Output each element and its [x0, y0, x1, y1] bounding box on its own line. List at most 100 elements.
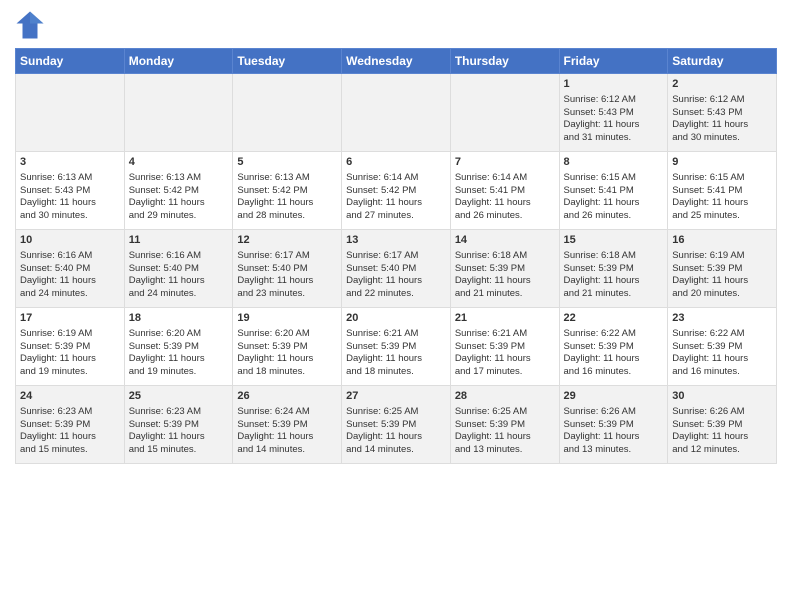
sun-info: Sunrise: 6:26 AM: [564, 406, 636, 417]
sun-info: Sunrise: 6:23 AM: [129, 406, 201, 417]
logo-icon: [15, 10, 45, 40]
daylight-minutes-label: and 16 minutes.: [672, 366, 740, 377]
daylight-minutes-label: and 12 minutes.: [672, 444, 740, 455]
sun-info: Sunrise: 6:21 AM: [346, 328, 418, 339]
day-number: 21: [455, 311, 555, 326]
daylight-minutes-label: and 25 minutes.: [672, 210, 740, 221]
calendar-cell: 18Sunrise: 6:20 AMSunset: 5:39 PMDayligh…: [124, 308, 233, 386]
calendar-cell: 15Sunrise: 6:18 AMSunset: 5:39 PMDayligh…: [559, 230, 668, 308]
sun-info: Sunrise: 6:15 AM: [564, 172, 636, 183]
week-row-3: 10Sunrise: 6:16 AMSunset: 5:40 PMDayligh…: [16, 230, 777, 308]
day-number: 2: [672, 77, 772, 92]
daylight-minutes-label: and 15 minutes.: [20, 444, 88, 455]
sun-info: Sunrise: 6:18 AM: [455, 250, 527, 261]
calendar-cell: 12Sunrise: 6:17 AMSunset: 5:40 PMDayligh…: [233, 230, 342, 308]
sun-info: Sunset: 5:42 PM: [346, 185, 416, 196]
day-number: 5: [237, 155, 337, 170]
sun-info: Sunrise: 6:14 AM: [346, 172, 418, 183]
daylight-minutes-label: and 19 minutes.: [20, 366, 88, 377]
sun-info: Sunset: 5:40 PM: [129, 263, 199, 274]
sun-info: Sunset: 5:43 PM: [20, 185, 90, 196]
day-number: 9: [672, 155, 772, 170]
daylight-hours-label: Daylight: 11 hours: [672, 275, 748, 286]
calendar-cell: 4Sunrise: 6:13 AMSunset: 5:42 PMDaylight…: [124, 152, 233, 230]
day-number: 12: [237, 233, 337, 248]
calendar-cell: [233, 74, 342, 152]
daylight-hours-label: Daylight: 11 hours: [455, 431, 531, 442]
daylight-hours-label: Daylight: 11 hours: [346, 353, 422, 364]
daylight-hours-label: Daylight: 11 hours: [346, 197, 422, 208]
sun-info: Sunset: 5:39 PM: [129, 341, 199, 352]
header-cell-saturday: Saturday: [668, 49, 777, 74]
sun-info: Sunrise: 6:12 AM: [672, 94, 744, 105]
daylight-minutes-label: and 23 minutes.: [237, 288, 305, 299]
sun-info: Sunrise: 6:23 AM: [20, 406, 92, 417]
daylight-minutes-label: and 18 minutes.: [346, 366, 414, 377]
daylight-hours-label: Daylight: 11 hours: [672, 197, 748, 208]
daylight-hours-label: Daylight: 11 hours: [20, 275, 96, 286]
daylight-hours-label: Daylight: 11 hours: [564, 275, 640, 286]
day-number: 1: [564, 77, 664, 92]
calendar-cell: 25Sunrise: 6:23 AMSunset: 5:39 PMDayligh…: [124, 386, 233, 464]
sun-info: Sunset: 5:39 PM: [346, 341, 416, 352]
daylight-minutes-label: and 13 minutes.: [564, 444, 632, 455]
sun-info: Sunset: 5:40 PM: [20, 263, 90, 274]
calendar-cell: 1Sunrise: 6:12 AMSunset: 5:43 PMDaylight…: [559, 74, 668, 152]
header-cell-monday: Monday: [124, 49, 233, 74]
sun-info: Sunrise: 6:25 AM: [346, 406, 418, 417]
sun-info: Sunset: 5:39 PM: [20, 419, 90, 430]
calendar-cell: 19Sunrise: 6:20 AMSunset: 5:39 PMDayligh…: [233, 308, 342, 386]
daylight-hours-label: Daylight: 11 hours: [564, 197, 640, 208]
daylight-minutes-label: and 16 minutes.: [564, 366, 632, 377]
sun-info: Sunset: 5:39 PM: [129, 419, 199, 430]
daylight-minutes-label: and 19 minutes.: [129, 366, 197, 377]
calendar-cell: 24Sunrise: 6:23 AMSunset: 5:39 PMDayligh…: [16, 386, 125, 464]
calendar-cell: [450, 74, 559, 152]
sun-info: Sunset: 5:39 PM: [564, 419, 634, 430]
sun-info: Sunrise: 6:13 AM: [129, 172, 201, 183]
day-number: 3: [20, 155, 120, 170]
sun-info: Sunset: 5:42 PM: [237, 185, 307, 196]
day-number: 17: [20, 311, 120, 326]
page-header: [15, 10, 777, 40]
sun-info: Sunrise: 6:18 AM: [564, 250, 636, 261]
sun-info: Sunset: 5:42 PM: [129, 185, 199, 196]
daylight-hours-label: Daylight: 11 hours: [129, 275, 205, 286]
day-number: 30: [672, 389, 772, 404]
header-cell-friday: Friday: [559, 49, 668, 74]
day-number: 27: [346, 389, 446, 404]
daylight-minutes-label: and 15 minutes.: [129, 444, 197, 455]
daylight-minutes-label: and 30 minutes.: [672, 132, 740, 143]
daylight-hours-label: Daylight: 11 hours: [672, 431, 748, 442]
daylight-hours-label: Daylight: 11 hours: [237, 275, 313, 286]
day-number: 19: [237, 311, 337, 326]
sun-info: Sunset: 5:39 PM: [455, 263, 525, 274]
calendar-cell: [16, 74, 125, 152]
daylight-hours-label: Daylight: 11 hours: [455, 275, 531, 286]
calendar-cell: 30Sunrise: 6:26 AMSunset: 5:39 PMDayligh…: [668, 386, 777, 464]
page-container: SundayMondayTuesdayWednesdayThursdayFrid…: [0, 0, 792, 474]
daylight-hours-label: Daylight: 11 hours: [20, 353, 96, 364]
day-number: 8: [564, 155, 664, 170]
daylight-hours-label: Daylight: 11 hours: [672, 119, 748, 130]
sun-info: Sunrise: 6:13 AM: [20, 172, 92, 183]
sun-info: Sunset: 5:39 PM: [455, 341, 525, 352]
sun-info: Sunset: 5:41 PM: [672, 185, 742, 196]
sun-info: Sunrise: 6:13 AM: [237, 172, 309, 183]
calendar-cell: 11Sunrise: 6:16 AMSunset: 5:40 PMDayligh…: [124, 230, 233, 308]
daylight-minutes-label: and 24 minutes.: [129, 288, 197, 299]
calendar-cell: 3Sunrise: 6:13 AMSunset: 5:43 PMDaylight…: [16, 152, 125, 230]
sun-info: Sunrise: 6:12 AM: [564, 94, 636, 105]
calendar-cell: 8Sunrise: 6:15 AMSunset: 5:41 PMDaylight…: [559, 152, 668, 230]
header-cell-sunday: Sunday: [16, 49, 125, 74]
sun-info: Sunrise: 6:20 AM: [129, 328, 201, 339]
day-number: 23: [672, 311, 772, 326]
calendar-table: SundayMondayTuesdayWednesdayThursdayFrid…: [15, 48, 777, 464]
calendar-cell: 13Sunrise: 6:17 AMSunset: 5:40 PMDayligh…: [342, 230, 451, 308]
day-number: 13: [346, 233, 446, 248]
sun-info: Sunset: 5:43 PM: [564, 107, 634, 118]
sun-info: Sunset: 5:39 PM: [672, 419, 742, 430]
daylight-minutes-label: and 22 minutes.: [346, 288, 414, 299]
sun-info: Sunrise: 6:16 AM: [20, 250, 92, 261]
sun-info: Sunset: 5:43 PM: [672, 107, 742, 118]
